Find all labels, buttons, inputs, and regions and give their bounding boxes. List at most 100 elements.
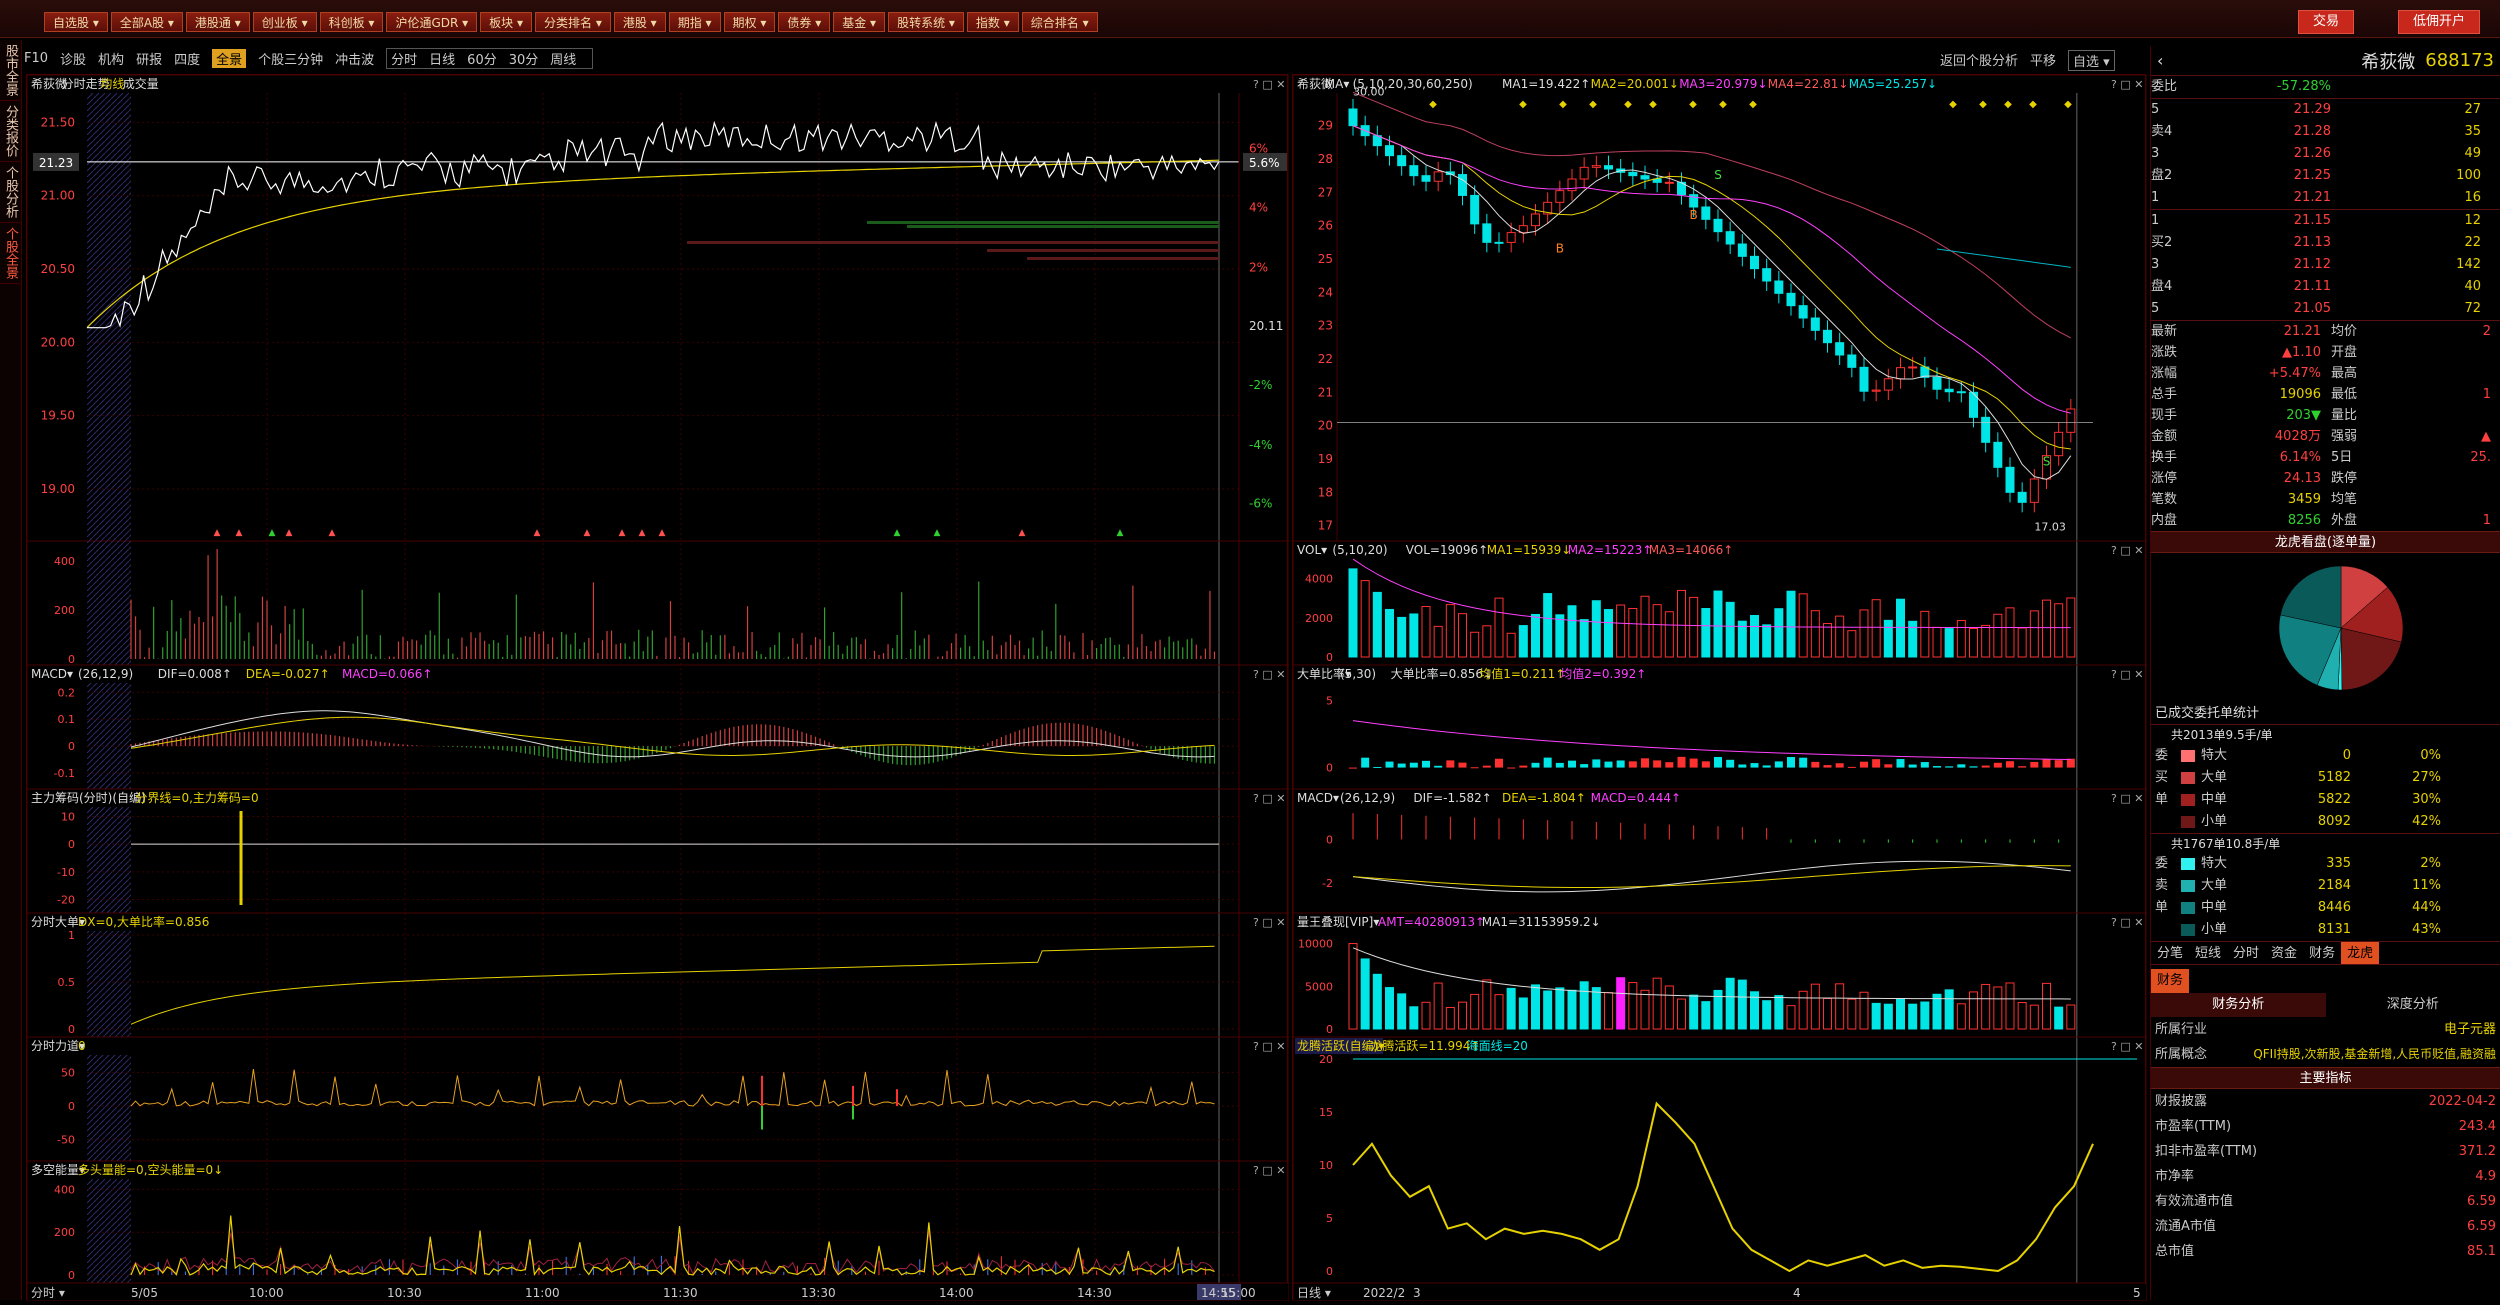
toolbar-item-5[interactable]: 全景 bbox=[212, 49, 246, 68]
chip-title-0: 主力筹码(分时)(自编) bbox=[31, 790, 146, 805]
trade-button[interactable]: 交易 bbox=[2298, 10, 2354, 34]
quote-tab-5[interactable]: 龙虎 bbox=[2341, 942, 2379, 964]
stat-key2-1: 开盘 bbox=[2321, 342, 2381, 363]
bid-row-vol-3: 40 bbox=[2331, 276, 2481, 298]
rail-tab-1[interactable]: 分类报价 bbox=[0, 101, 20, 162]
menergy-bar-5 bbox=[1410, 1007, 1418, 1029]
toolbar-item-7[interactable]: 冲击波 bbox=[335, 49, 374, 68]
ask-row-price-0: 21.29 bbox=[2191, 99, 2331, 121]
bid-row-1: 买221.1322 bbox=[2151, 232, 2500, 254]
analysis-toolbar: F10 诊股机构研报四度全景个股三分钟冲击波分时日线 60分 30分周线 bbox=[24, 46, 1296, 70]
buy-order-table: 委特大00%买大单518227%单中单582230%小单809242% bbox=[2151, 745, 2500, 833]
nav-item-1[interactable]: 全部A股 ▾ bbox=[111, 12, 183, 32]
trade-marker-2: ▲ bbox=[269, 528, 276, 538]
finance-analysis-tab[interactable]: 财务分析 bbox=[2151, 993, 2326, 1017]
menergy-bar-40 bbox=[1836, 984, 1844, 1029]
big-ratio-line bbox=[131, 946, 1214, 1024]
stat-key-7: 涨停 bbox=[2151, 468, 2221, 489]
finance-val-2: 371.2 bbox=[2459, 1139, 2496, 1164]
date-tick-3: 4 bbox=[1793, 1286, 1801, 1300]
nav-item-14[interactable]: 指数 ▾ bbox=[967, 12, 1019, 32]
rail-tab-0[interactable]: 股市全景 bbox=[0, 40, 20, 101]
toolbar-item-6[interactable]: 个股三分钟 bbox=[258, 49, 323, 68]
deep-analysis-tab[interactable]: 深度分析 bbox=[2326, 993, 2500, 1017]
nav-item-4[interactable]: 科创板 ▾ bbox=[320, 12, 384, 32]
quote-tab-4[interactable]: 财务 bbox=[2303, 942, 2341, 964]
quote-tab-1[interactable]: 短线 bbox=[2189, 942, 2227, 964]
nav-item-2[interactable]: 港股通 ▾ bbox=[186, 12, 250, 32]
vol-tick-2: 0 bbox=[68, 653, 75, 666]
menergy-bar-25 bbox=[1653, 978, 1661, 1029]
open-account-button[interactable]: 低佣开户 bbox=[2398, 10, 2480, 34]
macd-tick-2: 0 bbox=[68, 740, 75, 753]
pan-button[interactable]: 平移 bbox=[2030, 50, 2056, 71]
stat-key-1: 涨跌 bbox=[2151, 342, 2221, 363]
toolbar-item-2[interactable]: 机构 bbox=[98, 49, 124, 68]
mvol-bar-0 bbox=[1349, 569, 1357, 657]
stat-row-8: 笔数3459均笔 bbox=[2151, 489, 2500, 510]
menergy-bar-8 bbox=[1446, 1007, 1454, 1029]
watchlist-dropdown[interactable]: 自选 ▾ bbox=[2068, 50, 2115, 71]
nav-item-12[interactable]: 基金 ▾ bbox=[833, 12, 885, 32]
stat-row-0: 最新21.21均价2 bbox=[2151, 321, 2500, 342]
nav-item-7[interactable]: 分类排名 ▾ bbox=[535, 12, 611, 32]
period-tab-3[interactable]: 30分 bbox=[509, 49, 539, 68]
buy-order-row-side-3 bbox=[2151, 811, 2181, 833]
kline-title-6: MA4=22.81↓ bbox=[1768, 77, 1849, 91]
quote-tab-3[interactable]: 资金 bbox=[2265, 942, 2303, 964]
menergy-bar-6 bbox=[1422, 1002, 1430, 1029]
mvol-bar-43 bbox=[1872, 600, 1880, 657]
menergy-bar-48 bbox=[1933, 994, 1941, 1029]
k-body-7 bbox=[1434, 172, 1442, 181]
menergy-bar-52 bbox=[1982, 984, 1990, 1029]
nav-item-11[interactable]: 债券 ▾ bbox=[778, 12, 830, 32]
price-tick-0: 21.50 bbox=[41, 115, 75, 129]
mmacd-title-ctrls: ? □ ✕ bbox=[2111, 792, 2143, 805]
nav-item-5[interactable]: 沪伦通GDR ▾ bbox=[386, 12, 477, 32]
k-body-23 bbox=[1629, 172, 1637, 175]
chip-title-1: 分界线=0,主力筹码=0 bbox=[135, 791, 258, 805]
mbig-bar-30 bbox=[1714, 757, 1722, 768]
mbig-bar-9 bbox=[1459, 763, 1467, 768]
trade-marker-1: ▲ bbox=[236, 528, 243, 538]
nav-item-15[interactable]: 综合排名 ▾ bbox=[1022, 12, 1098, 32]
date-axis bbox=[1293, 1283, 2147, 1301]
mvol-bar-8 bbox=[1446, 605, 1454, 657]
nav-item-8[interactable]: 港股 ▾ bbox=[614, 12, 666, 32]
mmacd-title-3: DEA=-1.804↑ bbox=[1502, 791, 1586, 805]
back-chevron-icon[interactable]: ‹ bbox=[2157, 51, 2187, 70]
energy-title-1: 多头量能=0,空头能量=0↓ bbox=[78, 1163, 223, 1177]
mbig-title-3: 均值1=0.211↑ bbox=[1479, 666, 1565, 681]
stat-val2-7 bbox=[2381, 468, 2491, 489]
quote-tab-2[interactable]: 分时 bbox=[2227, 942, 2265, 964]
nav-item-13[interactable]: 股转系统 ▾ bbox=[888, 12, 964, 32]
menergy-bar-37 bbox=[1799, 991, 1807, 1029]
nav-item-9[interactable]: 期指 ▾ bbox=[669, 12, 721, 32]
k-body-20 bbox=[1592, 166, 1600, 168]
period-tab-2[interactable]: 60分 bbox=[467, 49, 497, 68]
finance-tab[interactable]: 财务 bbox=[2151, 969, 2189, 993]
price-tick-2: 20.50 bbox=[41, 262, 75, 276]
mbig-bar-10 bbox=[1471, 767, 1479, 768]
nav-item-6[interactable]: 板块 ▾ bbox=[480, 12, 532, 32]
toolbar-item-0[interactable]: F10 bbox=[24, 51, 48, 66]
mmacd-title-4: MACD=0.444↑ bbox=[1591, 791, 1681, 805]
toolbar-item-4[interactable]: 四度 bbox=[174, 49, 200, 68]
back-to-analysis-link[interactable]: 返回个股分析 bbox=[1940, 50, 2018, 71]
toolbar-item-1[interactable]: 诊股 bbox=[60, 49, 86, 68]
toolbar-item-3[interactable]: 研报 bbox=[136, 49, 162, 68]
period-tab-1[interactable]: 日线 bbox=[429, 49, 455, 68]
stat-key2-3: 最低 bbox=[2321, 384, 2381, 405]
nav-item-3[interactable]: 创业板 ▾ bbox=[253, 12, 317, 32]
period-tab-4[interactable]: 周线 bbox=[550, 49, 576, 68]
nav-item-0[interactable]: 自选股 ▾ bbox=[44, 12, 108, 32]
period-tab-0[interactable]: 分时 bbox=[391, 49, 417, 68]
mvol-bar-33 bbox=[1751, 615, 1759, 657]
rail-tab-3[interactable]: 个股全景 bbox=[0, 223, 20, 284]
quote-tab-0[interactable]: 分笔 bbox=[2151, 942, 2189, 964]
stat-val2-4 bbox=[2381, 405, 2491, 426]
mbig-title-1: (5,30) bbox=[1340, 667, 1376, 681]
nav-item-10[interactable]: 期权 ▾ bbox=[724, 12, 776, 32]
stat-val-4: 203▼ bbox=[2221, 405, 2321, 426]
rail-tab-2[interactable]: 个股分析 bbox=[0, 162, 20, 223]
